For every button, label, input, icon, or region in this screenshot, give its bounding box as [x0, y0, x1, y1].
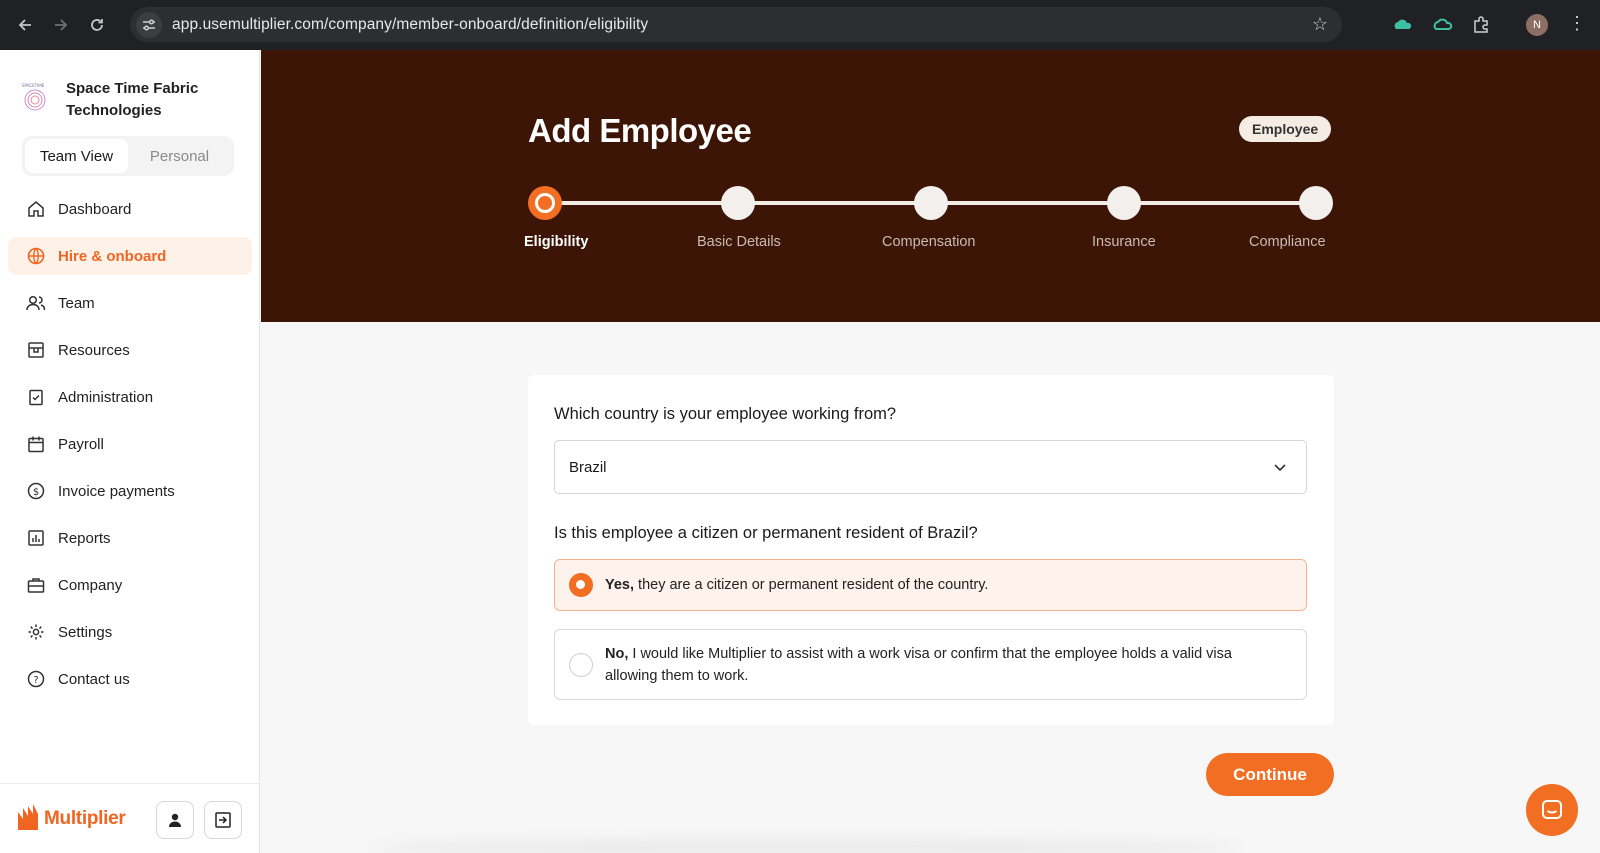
- home-icon: [26, 199, 46, 219]
- personal-view-toggle[interactable]: Personal: [128, 139, 231, 173]
- svg-text:?: ?: [33, 675, 38, 686]
- sidebar: SPACETIME Space Time Fabric Technologies…: [0, 50, 260, 853]
- url-text[interactable]: app.usemultiplier.com/company/member-onb…: [172, 16, 648, 34]
- step-label-compliance[interactable]: Compliance: [1249, 234, 1326, 250]
- citizen-no-text: I would like Multiplier to assist with a…: [605, 645, 1232, 684]
- site-settings-icon[interactable]: [136, 11, 162, 38]
- browser-toolbar: app.usemultiplier.com/company/member-onb…: [0, 0, 1600, 50]
- svg-text:$: $: [33, 487, 39, 498]
- radio-button-no[interactable]: [569, 652, 593, 677]
- globe-icon: [26, 246, 46, 266]
- sidebar-item-invoice-payments[interactable]: $ Invoice payments: [8, 472, 252, 510]
- step-dot-insurance[interactable]: [1107, 186, 1141, 220]
- company-brand[interactable]: SPACETIME Space Time Fabric Technologies: [20, 78, 216, 122]
- sidebar-item-payroll[interactable]: Payroll: [8, 425, 252, 463]
- chat-support-button[interactable]: [1526, 784, 1578, 836]
- browser-menu-icon[interactable]: ⋮: [1568, 13, 1586, 34]
- sidebar-nav: Dashboard Hire & onboard Team Resources …: [8, 190, 252, 707]
- sidebar-item-label: Dashboard: [58, 200, 132, 218]
- sidebar-item-settings[interactable]: Settings: [8, 613, 252, 651]
- sidebar-item-team[interactable]: Team: [8, 284, 252, 322]
- help-circle-icon: ?: [26, 669, 46, 689]
- company-name: Space Time Fabric Technologies: [66, 80, 199, 119]
- multiplier-logo[interactable]: Multiplier: [16, 803, 126, 834]
- citizen-no-label: No, I would like Multiplier to assist wi…: [605, 643, 1286, 687]
- logout-button[interactable]: [204, 801, 242, 839]
- citizen-yes-text: they are a citizen or permanent resident…: [634, 577, 989, 593]
- sidebar-item-label: Administration: [58, 388, 154, 406]
- briefcase-icon: [26, 575, 46, 595]
- reload-icon[interactable]: [86, 14, 108, 36]
- citizen-yes-option[interactable]: Yes, they are a citizen or permanent res…: [554, 559, 1307, 611]
- sidebar-item-administration[interactable]: Administration: [8, 378, 252, 416]
- country-question: Which country is your employee working f…: [554, 405, 897, 423]
- radio-button-yes[interactable]: [569, 573, 593, 597]
- logout-icon: [215, 812, 231, 828]
- clipboard-check-icon: [26, 387, 46, 407]
- step-dot-eligibility[interactable]: [528, 186, 562, 220]
- country-select-value: Brazil: [569, 458, 607, 476]
- sidebar-footer: Multiplier: [0, 783, 260, 853]
- step-dot-compensation[interactable]: [914, 186, 948, 220]
- chat-icon: [1542, 800, 1562, 819]
- view-toggle: Team View Personal: [22, 136, 234, 176]
- step-label-compensation[interactable]: Compensation: [882, 234, 976, 250]
- sidebar-item-resources[interactable]: Resources: [8, 331, 252, 369]
- sidebar-item-dashboard[interactable]: Dashboard: [8, 190, 252, 228]
- gear-icon: [26, 622, 46, 642]
- citizen-no-bold: No,: [605, 645, 629, 662]
- chevron-down-icon: [1274, 464, 1286, 472]
- extension-cloud-icon[interactable]: [1392, 14, 1414, 36]
- multiplier-logo-icon: [18, 803, 38, 830]
- sidebar-item-label: Reports: [58, 529, 111, 547]
- sidebar-item-company[interactable]: Company: [8, 566, 252, 604]
- sidebar-item-label: Company: [58, 576, 123, 594]
- sidebar-item-label: Invoice payments: [58, 482, 175, 500]
- bookmark-star-icon[interactable]: ☆: [1312, 14, 1328, 35]
- eligibility-form-card: Which country is your employee working f…: [528, 375, 1334, 725]
- bar-chart-icon: [26, 528, 46, 548]
- page-header: Add Employee Employee Eligibility Basic …: [261, 50, 1600, 322]
- sidebar-item-label: Payroll: [58, 435, 104, 453]
- sidebar-item-hire-onboard[interactable]: Hire & onboard: [8, 237, 252, 275]
- sidebar-item-label: Settings: [58, 623, 113, 641]
- step-label-eligibility[interactable]: Eligibility: [524, 234, 588, 250]
- employee-type-badge: Employee: [1239, 116, 1332, 142]
- citizen-yes-bold: Yes,: [605, 577, 635, 593]
- sidebar-item-contact-us[interactable]: ? Contact us: [8, 660, 252, 698]
- sidebar-item-reports[interactable]: Reports: [8, 519, 252, 557]
- dollar-circle-icon: $: [26, 481, 46, 501]
- extensions-puzzle-icon[interactable]: [1470, 14, 1492, 36]
- company-logo-icon: SPACETIME: [22, 83, 46, 111]
- sidebar-item-label: Team: [58, 294, 95, 312]
- calendar-icon: [26, 434, 46, 454]
- box-icon: [26, 340, 46, 360]
- back-icon[interactable]: [14, 14, 36, 36]
- forward-icon[interactable]: [50, 14, 72, 36]
- step-dot-basic-details[interactable]: [721, 186, 755, 220]
- step-dot-compliance[interactable]: [1299, 186, 1333, 220]
- multiplier-logo-text: Multiplier: [44, 807, 126, 829]
- step-label-basic-details[interactable]: Basic Details: [697, 234, 781, 250]
- sidebar-item-label: Resources: [58, 341, 130, 359]
- team-view-toggle[interactable]: Team View: [25, 139, 128, 173]
- svg-text:SPACETIME: SPACETIME: [22, 83, 45, 88]
- profile-button[interactable]: [156, 801, 194, 839]
- citizen-no-option[interactable]: No, I would like Multiplier to assist wi…: [554, 629, 1307, 700]
- continue-button[interactable]: Continue: [1206, 753, 1334, 796]
- citizen-question: Is this employee a citizen or permanent …: [554, 524, 978, 542]
- profile-avatar[interactable]: N: [1526, 14, 1548, 36]
- person-icon: [169, 813, 181, 827]
- extension-cloud-icon-2[interactable]: [1432, 14, 1454, 36]
- step-label-insurance[interactable]: Insurance: [1092, 234, 1156, 250]
- address-bar[interactable]: app.usemultiplier.com/company/member-onb…: [130, 7, 1342, 42]
- sidebar-item-label: Contact us: [58, 670, 130, 688]
- country-select[interactable]: Brazil: [554, 440, 1307, 494]
- citizen-yes-label: Yes, they are a citizen or permanent res…: [605, 574, 988, 596]
- sidebar-item-label: Hire & onboard: [58, 247, 167, 265]
- page-title: Add Employee: [528, 112, 752, 149]
- users-icon: [26, 293, 46, 313]
- bottom-shadow: [370, 838, 1240, 853]
